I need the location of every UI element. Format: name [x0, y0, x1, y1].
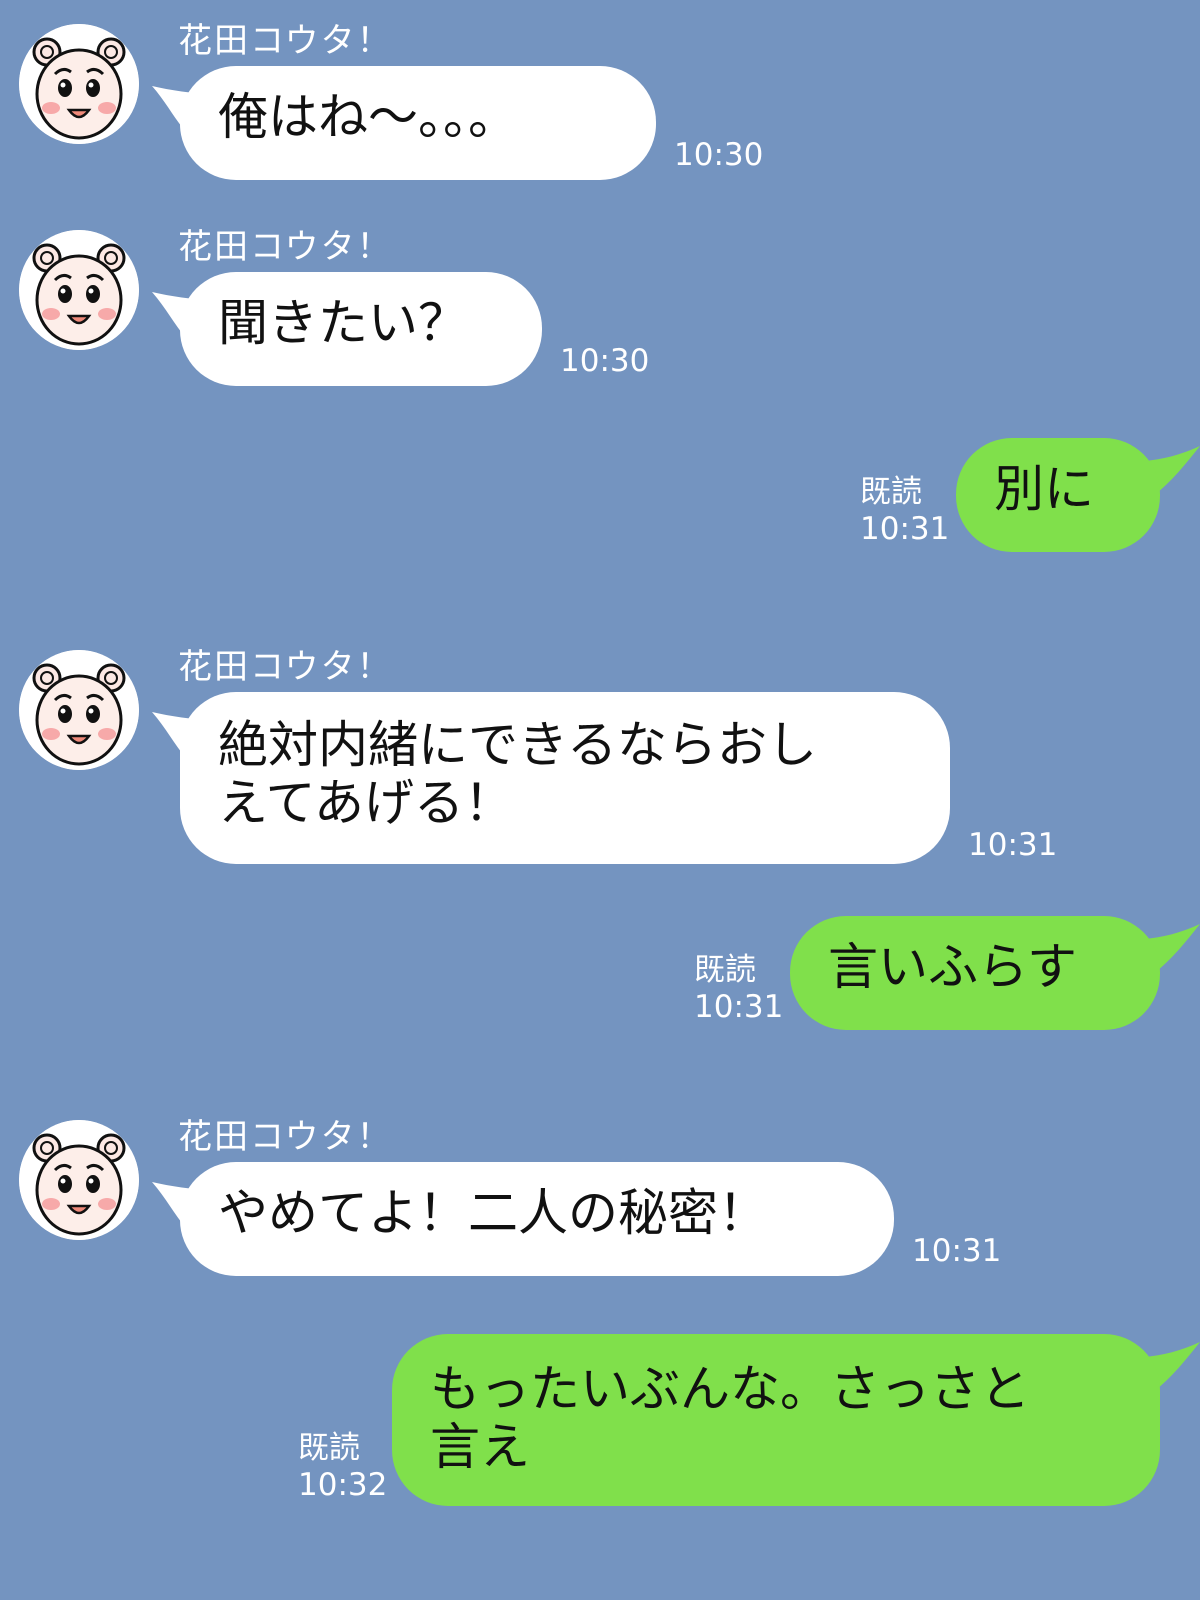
sender-name: 花田コウタ！: [178, 227, 393, 267]
read-receipt: 既読 10:32: [298, 1430, 387, 1504]
bear-avatar-icon[interactable]: [19, 1120, 139, 1240]
read-label: 既読: [298, 1430, 360, 1466]
sender-name: 花田コウタ！: [178, 1117, 393, 1157]
message-bubble[interactable]: 絶対内緒にできるならおし えてあげる！: [180, 692, 950, 864]
message-time: 10:31: [968, 827, 1058, 863]
message-time: 10:31: [860, 511, 950, 547]
message-bubble[interactable]: やめてよ！二人の秘密！: [180, 1162, 894, 1276]
incoming-message: 花田コウタ！ やめてよ！二人の秘密！ 10:31: [0, 1102, 1200, 1302]
message-bubble[interactable]: 俺はね〜。。。: [180, 66, 656, 180]
sender-name: 花田コウタ！: [178, 21, 393, 61]
read-receipt: 既読 10:31: [694, 952, 783, 1026]
bear-avatar-icon[interactable]: [19, 230, 139, 350]
incoming-message: 花田コウタ！ 絶対内緒にできるならおし えてあげる！ 10:31: [0, 632, 1200, 892]
read-receipt: 既読 10:31: [860, 474, 949, 548]
message-bubble[interactable]: 聞きたい？: [180, 272, 542, 386]
message-time: 10:30: [560, 343, 650, 379]
bear-avatar-icon[interactable]: [19, 650, 139, 770]
chat-area[interactable]: 花田コウタ！ 俺はね〜。。。 10:30 花田コウタ！ 聞きたい？ 10:30 …: [0, 0, 1200, 1600]
incoming-message: 花田コウタ！ 聞きたい？ 10:30: [0, 212, 1200, 402]
message-bubble[interactable]: 言いふらす: [790, 916, 1160, 1030]
message-time: 10:32: [298, 1467, 388, 1503]
incoming-message: 花田コウタ！ 俺はね〜。。。 10:30: [0, 6, 1200, 196]
message-time: 10:31: [694, 989, 784, 1025]
bear-avatar-icon[interactable]: [19, 24, 139, 144]
read-label: 既読: [694, 952, 756, 988]
outgoing-message: 言いふらす 既読 10:31: [0, 916, 1200, 1036]
outgoing-message: 別に 既読 10:31: [0, 438, 1200, 558]
sender-name: 花田コウタ！: [178, 647, 393, 687]
message-bubble[interactable]: 別に: [956, 438, 1160, 552]
outgoing-message: もったいぶんな。さっさと 言え 既読 10:32: [0, 1334, 1200, 1510]
read-label: 既読: [860, 474, 922, 510]
message-time: 10:30: [674, 137, 764, 173]
message-time: 10:31: [912, 1233, 1002, 1269]
message-bubble[interactable]: もったいぶんな。さっさと 言え: [392, 1334, 1160, 1506]
